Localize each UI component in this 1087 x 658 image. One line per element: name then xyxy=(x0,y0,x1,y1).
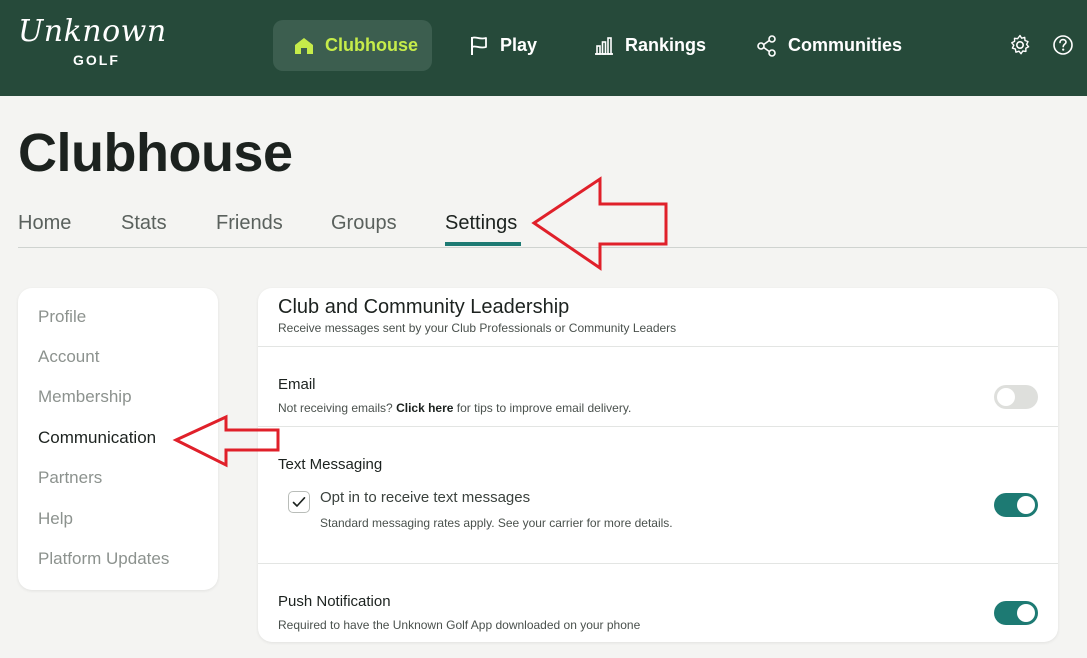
sidebar-item-platform-updates[interactable]: Platform Updates xyxy=(38,549,169,569)
toggle-knob xyxy=(997,388,1015,406)
home-icon xyxy=(293,36,315,56)
active-tab-indicator xyxy=(445,242,521,246)
tab-groups[interactable]: Groups xyxy=(331,212,397,235)
sidebar-item-partners[interactable]: Partners xyxy=(38,468,102,488)
section-divider xyxy=(258,346,1058,347)
tab-settings[interactable]: Settings xyxy=(445,212,517,235)
nav-rankings[interactable]: Rankings xyxy=(573,20,726,71)
section-title: Club and Community Leadership xyxy=(278,296,570,318)
toggle-knob xyxy=(1017,496,1035,514)
section-subtitle: Receive messages sent by your Club Profe… xyxy=(278,321,677,335)
unknown-golf-logo[interactable]: Unknown GOLF xyxy=(18,14,178,70)
nav-clubhouse[interactable]: Clubhouse xyxy=(273,20,432,71)
share-icon xyxy=(756,34,778,57)
sms-opt-in-label[interactable]: Opt in to receive text messages xyxy=(320,489,530,506)
sms-opt-in-note: Standard messaging rates apply. See your… xyxy=(320,516,673,530)
logo-script-text: Unknown xyxy=(18,14,167,49)
email-row-title: Email xyxy=(278,376,316,393)
top-nav-bar: Unknown GOLF Clubhouse Play Rankings Com… xyxy=(0,0,1087,96)
communication-settings-panel: Club and Community Leadership Receive me… xyxy=(258,288,1058,642)
flag-icon xyxy=(468,35,490,57)
tab-home[interactable]: Home xyxy=(18,212,71,235)
logo-sub-text: GOLF xyxy=(73,52,120,68)
page-title: Clubhouse xyxy=(18,123,293,183)
bar-chart-icon xyxy=(593,36,615,56)
sidebar-item-help[interactable]: Help xyxy=(38,509,73,529)
toggle-knob xyxy=(1017,604,1035,622)
email-tips-link[interactable]: Click here xyxy=(396,401,453,415)
annotation-arrow-settings xyxy=(531,176,668,271)
help-icon[interactable] xyxy=(1051,33,1075,57)
sms-row-title: Text Messaging xyxy=(278,456,383,473)
nav-label: Communities xyxy=(788,35,903,55)
gear-icon[interactable] xyxy=(1008,33,1032,57)
row-divider xyxy=(258,563,1058,564)
nav-label: Rankings xyxy=(625,35,707,55)
sms-toggle[interactable] xyxy=(994,493,1038,517)
nav-label: Clubhouse xyxy=(325,35,418,55)
annotation-arrow-communication xyxy=(172,414,280,468)
email-toggle[interactable] xyxy=(994,385,1038,409)
email-note-prefix: Not receiving emails? xyxy=(278,401,393,415)
row-divider xyxy=(258,426,1058,427)
email-note-suffix: for tips to improve email delivery. xyxy=(456,401,632,415)
push-toggle[interactable] xyxy=(994,601,1038,625)
sidebar-item-profile[interactable]: Profile xyxy=(38,307,86,327)
push-row-title: Push Notification xyxy=(278,593,391,610)
sms-opt-in-checkbox[interactable] xyxy=(288,491,310,513)
sidebar-item-communication[interactable]: Communication xyxy=(38,428,156,448)
nav-play[interactable]: Play xyxy=(448,20,557,71)
push-row-note: Required to have the Unknown Golf App do… xyxy=(278,618,641,632)
tab-stats[interactable]: Stats xyxy=(121,212,167,235)
nav-communities[interactable]: Communities xyxy=(736,20,922,71)
email-row-note: Not receiving emails? Click here for tip… xyxy=(278,401,631,415)
checkmark-icon xyxy=(292,497,306,507)
sidebar-item-account[interactable]: Account xyxy=(38,347,99,367)
nav-label: Play xyxy=(500,35,538,55)
tab-friends[interactable]: Friends xyxy=(216,212,283,235)
sidebar-item-membership[interactable]: Membership xyxy=(38,387,132,407)
